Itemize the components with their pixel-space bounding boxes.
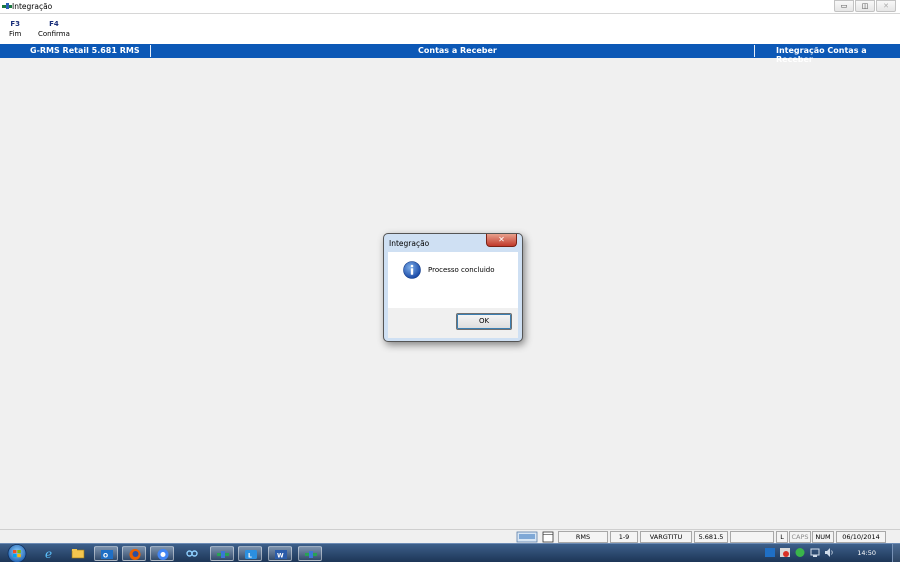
ok-button[interactable]: OK [456, 313, 512, 330]
dialog-close-button[interactable]: ✕ [486, 234, 517, 247]
taskbar-link[interactable] [180, 546, 204, 561]
rms-icon [217, 551, 229, 558]
app-icon [2, 3, 12, 9]
header-divider [754, 45, 755, 57]
outlook-tray-icon[interactable] [765, 547, 775, 558]
restore-icon: ◫ [861, 2, 869, 10]
taskbar-explorer[interactable] [66, 546, 90, 561]
svg-text:O: O [103, 553, 108, 560]
window-title: Integração [12, 2, 53, 11]
document-icon [542, 531, 554, 543]
link-icon [186, 550, 198, 557]
info-icon [403, 261, 421, 279]
taskbar-firefox[interactable] [122, 546, 146, 561]
svg-text:W: W [277, 553, 284, 560]
rms-active-icon [305, 551, 317, 558]
header-system-name: G-RMS Retail 5.681 RMS [30, 46, 140, 55]
windows-taskbar: e O L W 14:50 [0, 543, 900, 562]
status-ok-icon[interactable] [795, 547, 805, 558]
security-alert-icon[interactable] [780, 547, 790, 558]
taskbar-lync[interactable]: L [238, 546, 262, 561]
dialog-message: Processo concluido [428, 266, 495, 274]
ie-icon: e [45, 547, 52, 560]
fkey-f4-label: Confirma [38, 30, 70, 38]
header-module-name: Contas a Receber [418, 46, 497, 55]
fkey-f3-label: Fim [9, 30, 22, 38]
start-orb-icon[interactable] [4, 544, 30, 562]
status-num: NUM [812, 531, 834, 543]
keyboard-icon [516, 531, 538, 543]
status-caps: CAPS [789, 531, 811, 543]
taskbar-chrome[interactable] [150, 546, 174, 561]
window-close-button[interactable]: ✕ [876, 0, 896, 12]
taskbar-rms[interactable] [210, 546, 234, 561]
taskbar-rms-active[interactable] [298, 546, 322, 561]
minimize-icon: ▭ [840, 2, 848, 10]
dialog-footer: OK [388, 308, 518, 338]
header-divider [150, 45, 151, 57]
taskbar-ie[interactable]: e [38, 546, 62, 561]
lync-icon: L [245, 550, 257, 560]
message-dialog: Integração ✕ Processo concluido OK [383, 233, 523, 342]
header-screen-name: Integração Contas a Receber [776, 46, 867, 64]
status-bar: RMS 1-9 VARGTITU 5.681.5 L CAPS NUM 06/1… [0, 529, 900, 543]
fkey-f4-key: F4 [49, 20, 59, 28]
chrome-icon [157, 549, 169, 560]
dialog-title: Integração [389, 239, 430, 248]
show-desktop-button[interactable] [892, 544, 900, 562]
status-program: VARGTITU [640, 531, 692, 543]
status-version: 5.681.5 [694, 531, 728, 543]
network-icon[interactable] [810, 547, 820, 558]
svg-text:L: L [248, 553, 252, 560]
dialog-body: Processo concluido [388, 252, 518, 308]
outlook-icon: O [101, 550, 113, 560]
status-range: 1-9 [610, 531, 638, 543]
fkey-f4-confirma[interactable]: F4 Confirma [38, 20, 70, 38]
window-controls: ▭ ◫ ✕ [833, 0, 896, 12]
window-titlebar: Integração ▭ ◫ ✕ [0, 0, 900, 14]
fkey-f3-key: F3 [10, 20, 20, 28]
taskbar-clock[interactable]: 14:50 [857, 549, 876, 557]
function-key-toolbar: F3 Fim F4 Confirma [0, 14, 900, 44]
status-lock: L [776, 531, 788, 543]
firefox-icon [129, 549, 141, 560]
taskbar-outlook[interactable]: O [94, 546, 118, 561]
svg-text:e: e [45, 547, 52, 560]
status-date: 06/10/2014 [836, 531, 886, 543]
close-icon: ✕ [883, 2, 889, 10]
module-header-bar: G-RMS Retail 5.681 RMS Contas a Receber … [0, 44, 900, 64]
word-icon: W [275, 550, 287, 560]
volume-icon[interactable] [824, 547, 834, 558]
status-system: RMS [558, 531, 608, 543]
fkey-f3-fim[interactable]: F3 Fim [9, 20, 21, 38]
close-icon: ✕ [498, 235, 505, 244]
minimize-button[interactable]: ▭ [834, 0, 854, 12]
taskbar-word[interactable]: W [268, 546, 292, 561]
maximize-button[interactable]: ◫ [855, 0, 875, 12]
status-empty [730, 531, 774, 543]
explorer-icon [71, 549, 85, 559]
